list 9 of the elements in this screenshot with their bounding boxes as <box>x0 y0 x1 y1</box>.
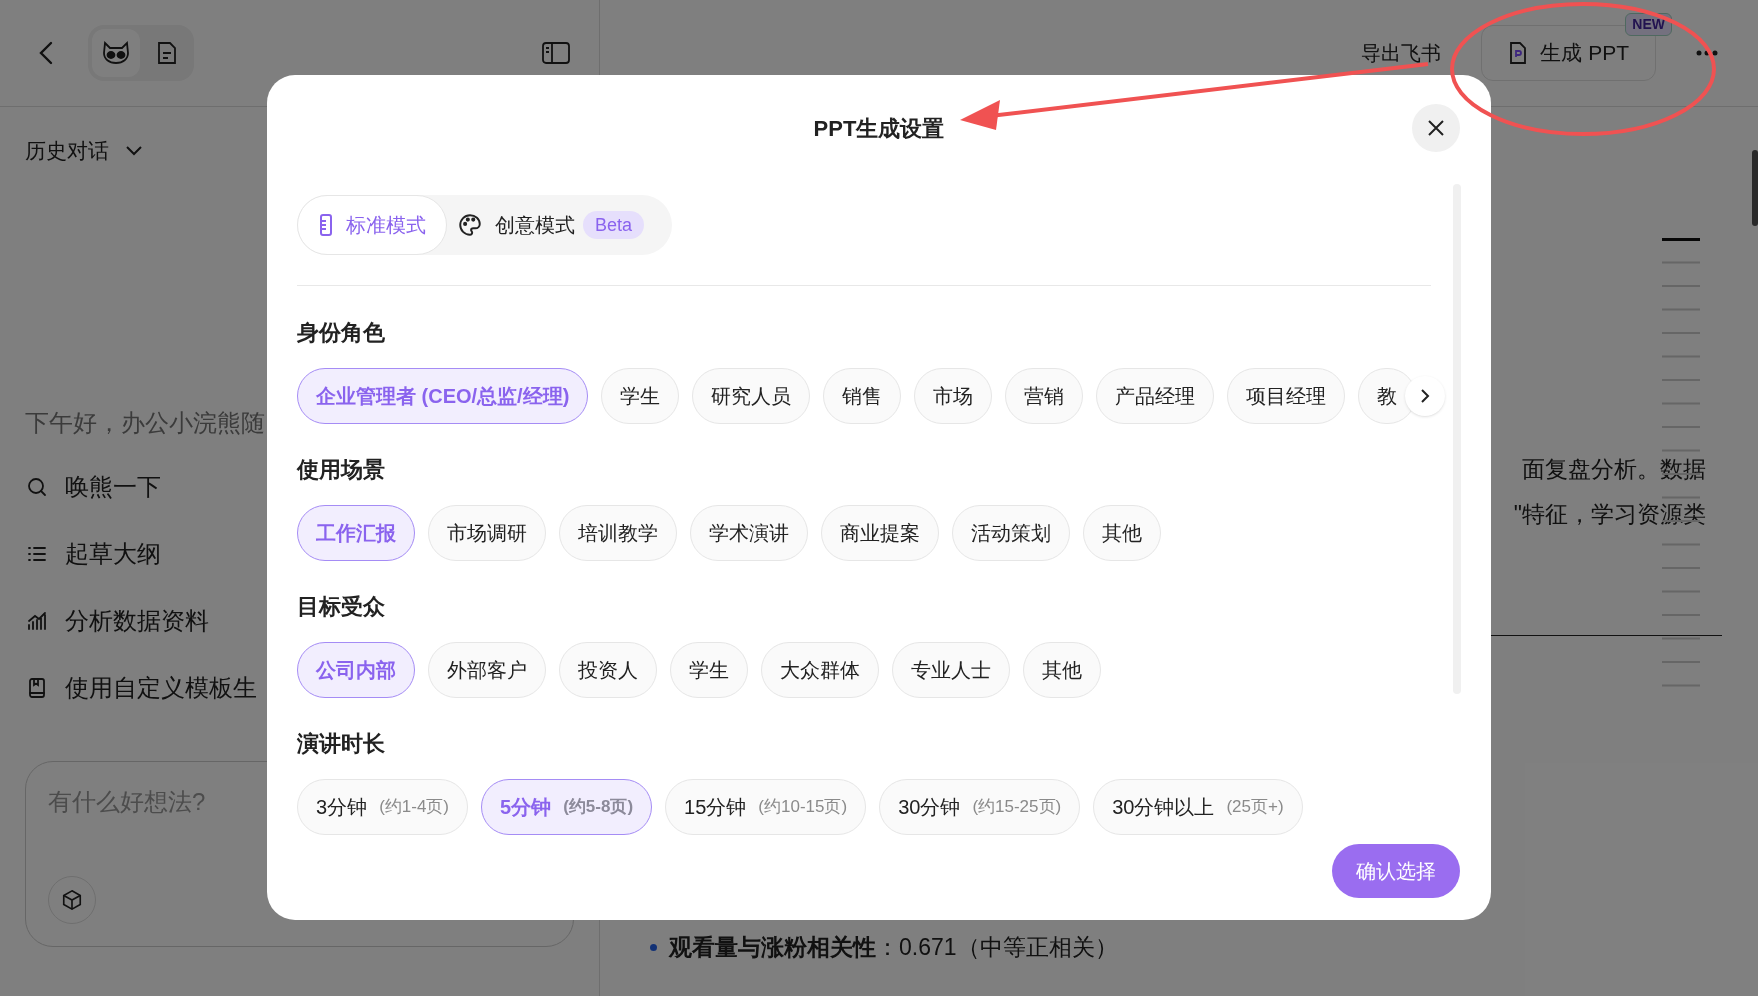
section-heading: 身份角色 <box>297 319 386 347</box>
dialog-title: PPT生成设置 <box>813 114 945 143</box>
section-heading: 使用场景 <box>297 456 386 484</box>
new-badge: NEW <box>1625 13 1672 36</box>
bullet-text: 观看量与涨粉相关性：0.671（中等正相关） <box>669 933 1118 962</box>
greeting-text: 下午好，办公小浣熊随 <box>24 407 266 438</box>
beta-badge: Beta <box>583 211 645 239</box>
section-heading: 演讲时长 <box>297 730 386 758</box>
section-heading: 目标受众 <box>297 593 386 621</box>
